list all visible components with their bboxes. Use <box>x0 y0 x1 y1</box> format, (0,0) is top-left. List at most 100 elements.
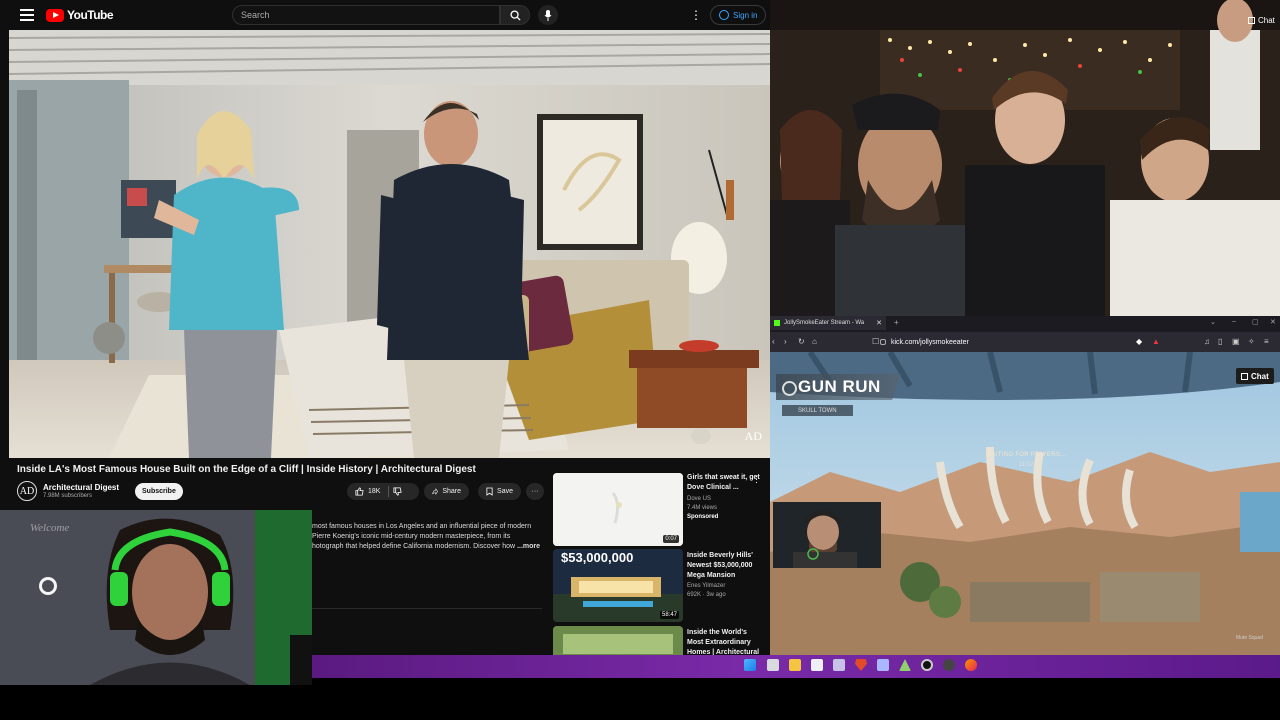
address-text: kick.com/jollysmokeeater <box>891 338 969 346</box>
video-title: Inside LA's Most Famous House Built on t… <box>17 464 476 475</box>
thumbs-down-icon[interactable] <box>393 487 403 496</box>
browser-tab[interactable]: JollySmokeEater Stream - Wa ✕ <box>770 316 886 330</box>
description-line: hotograph that helped define California … <box>312 542 542 552</box>
new-tab-icon[interactable]: + <box>894 318 899 327</box>
recommendation-title: Inside Beverly Hills' Newest $53,000,000… <box>687 552 753 579</box>
search-button[interactable] <box>500 5 530 25</box>
save-label: Save <box>497 488 513 495</box>
more-actions-icon[interactable]: ··· <box>526 483 544 500</box>
sign-in-label: Sign in <box>733 10 758 20</box>
task-view-icon[interactable] <box>767 659 779 671</box>
game-mode-title: GUN RUN <box>776 374 901 400</box>
video-description[interactable]: most famous houses in Los Angeles and an… <box>312 522 542 552</box>
site-info-icon[interactable] <box>880 339 886 345</box>
divider <box>312 608 542 609</box>
webcam-overlay: Welcome <box>0 510 312 685</box>
more-options-icon[interactable]: ⋮ <box>752 474 761 485</box>
address-bar[interactable]: kick.com/jollysmokeeater <box>880 335 1130 349</box>
bookmark-page-icon[interactable]: ☐ <box>872 337 879 346</box>
hamburger-menu-icon[interactable] <box>20 9 34 21</box>
webcam-sign-text: Welcome <box>30 522 70 534</box>
streamer-facecam <box>773 502 881 568</box>
channel-avatar[interactable]: AD <box>17 481 37 501</box>
brave-shield-icon[interactable]: ◆ <box>1136 337 1142 346</box>
recommendation-meta: 7.4M views <box>687 505 718 511</box>
tab-list-icon[interactable]: ⌄ <box>1210 318 1216 326</box>
like-dislike-group[interactable]: 18K <box>347 483 419 500</box>
forward-icon[interactable]: › <box>784 337 787 346</box>
minimize-icon[interactable]: – <box>1232 318 1236 325</box>
like-count: 18K <box>368 488 381 495</box>
home-icon[interactable]: ⌂ <box>812 337 817 346</box>
subscribe-button[interactable]: Subscribe <box>135 483 183 500</box>
waiting-status: WAITING FOR PLAYERS... <box>985 452 1067 458</box>
close-tab-icon[interactable]: ✕ <box>876 319 882 327</box>
video-player[interactable]: AD <box>9 30 770 458</box>
browser-window: JollySmokeEater Stream - Wa ✕ + ⌄ – ▢ ✕ … <box>770 316 1280 660</box>
search-input[interactable]: Search <box>232 5 500 25</box>
channel-name[interactable]: Architectural Digest <box>43 483 119 492</box>
recommendation-meta: 692K · 3w ago <box>687 592 726 598</box>
file-explorer-icon[interactable] <box>789 659 801 671</box>
more-options-icon[interactable]: ⋮ <box>690 8 702 22</box>
webcam-image <box>0 510 312 685</box>
facecam-image <box>773 502 881 568</box>
wallet-icon[interactable]: ▣ <box>1232 337 1240 346</box>
save-button[interactable]: Save <box>478 483 521 500</box>
youtube-play-icon <box>46 8 64 22</box>
recommendation-channel: Dove US <box>687 496 712 502</box>
notepad-icon[interactable] <box>811 659 823 671</box>
recommendation-thumbnail: 0:07 <box>553 473 683 546</box>
youtube-logo-text: YouTube <box>67 8 114 22</box>
chat-label: Chat <box>1258 16 1275 25</box>
recommendation-channel: Enes Yilmazer <box>687 583 726 589</box>
share-label: Share <box>442 488 461 495</box>
rewards-icon[interactable]: ▲ <box>1152 337 1160 346</box>
voice-search-button[interactable] <box>538 5 558 25</box>
reload-icon[interactable]: ↻ <box>798 337 805 346</box>
thumbs-up-icon <box>355 487 364 496</box>
share-button[interactable]: Share <box>424 483 469 500</box>
obs-icon[interactable] <box>921 659 933 671</box>
share-icon <box>432 488 439 495</box>
description-text: hotograph that helped define California … <box>312 543 516 550</box>
stream-frame <box>770 0 1280 316</box>
close-window-icon[interactable]: ✕ <box>1270 318 1276 326</box>
squad-status: Mute Squad <box>1236 635 1263 641</box>
description-line: Pierre Koenig's iconic mid-century moder… <box>312 533 511 540</box>
start-menu-icon[interactable] <box>744 659 756 671</box>
youtube-logo[interactable]: YouTube <box>46 8 114 22</box>
maximize-icon[interactable]: ▢ <box>1252 318 1259 326</box>
player-count: 11/12 <box>1018 462 1034 468</box>
chat-toggle-button[interactable]: Chat <box>1236 368 1274 384</box>
recommendation-title: Girls that sweat it, get Dove Clinical .… <box>687 474 760 491</box>
calculator-icon[interactable] <box>877 659 889 671</box>
microphone-icon <box>544 9 552 21</box>
search-icon <box>509 9 521 21</box>
menu-icon[interactable]: ≡ <box>1264 337 1269 346</box>
kick-favicon-icon <box>774 320 780 326</box>
back-icon[interactable]: ‹ <box>772 337 775 346</box>
extensions-icon[interactable]: ✧ <box>1248 337 1255 346</box>
map-name: SKULL TOWN <box>782 405 853 416</box>
recommendation-card[interactable]: $53,000,000 58:47 Inside Beverly Hills' … <box>553 549 765 625</box>
chat-label: Chat <box>1251 371 1269 381</box>
app-grid-icon[interactable] <box>833 659 845 671</box>
firefox-icon[interactable] <box>965 659 977 671</box>
sign-in-button[interactable]: Sign in <box>710 5 767 25</box>
show-more-link[interactable]: ...more <box>517 543 540 550</box>
description-line: most famous houses in Los Angeles and an… <box>312 523 532 530</box>
chat-toggle-button[interactable]: Chat <box>1248 16 1275 25</box>
app-icon[interactable] <box>943 659 955 671</box>
channel-watermark: AD <box>744 429 762 443</box>
video-frame <box>9 30 770 458</box>
music-icon[interactable]: ♫ <box>1204 337 1210 346</box>
sidebar-icon[interactable]: ▯ <box>1218 337 1222 346</box>
like-divider <box>388 486 390 497</box>
recommendation-card[interactable]: 0:07 Girls that sweat it, get Dove Clini… <box>553 473 765 549</box>
tab-title: JollySmokeEater Stream - Wa <box>784 320 865 326</box>
game-stream-view[interactable]: GUN RUN SKULL TOWN WAITING FOR PLAYERS..… <box>770 352 1280 660</box>
bookmark-icon <box>486 487 493 496</box>
video-duration: 58:47 <box>659 611 679 619</box>
chat-icon <box>1248 17 1255 24</box>
